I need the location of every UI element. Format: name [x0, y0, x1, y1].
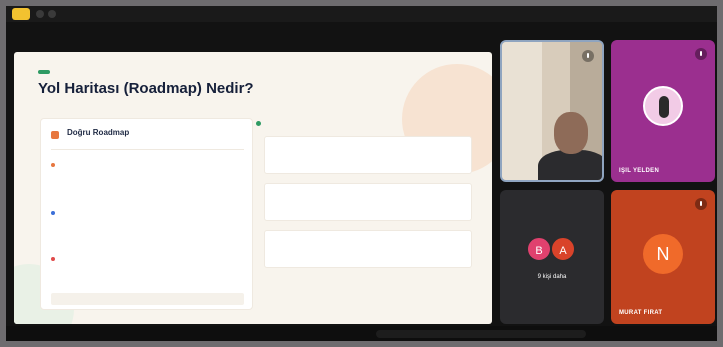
shared-screen: Yol Haritası (Roadmap) Nedir? Doğru Road… [14, 52, 492, 324]
muted-mic-icon [695, 48, 707, 60]
avatar: B [526, 236, 552, 262]
window-control-icon[interactable] [36, 10, 44, 18]
participant-tile-isil[interactable]: IŞIL YELDEN [611, 40, 715, 182]
avatar: A [550, 236, 576, 262]
participant-tile-murat[interactable]: N MURAT FIRAT [611, 190, 715, 324]
roadmap-icon [51, 131, 59, 139]
more-options-icon[interactable] [582, 50, 594, 62]
participant-video-tile[interactable] [500, 40, 604, 182]
roadmap-card: Doğru Roadmap [40, 118, 253, 310]
background-curtain [502, 42, 542, 180]
time-card [264, 136, 472, 174]
avatar: N [643, 234, 683, 274]
card-title: Doğru Roadmap [67, 128, 130, 137]
app-logo-icon[interactable] [12, 8, 30, 20]
status-dot-icon [256, 121, 261, 126]
list-item [51, 255, 244, 285]
card-footer [51, 293, 244, 305]
divider [51, 149, 244, 150]
meeting-window: Yol Haritası (Roadmap) Nedir? Doğru Road… [6, 6, 717, 341]
control-bar[interactable] [376, 330, 586, 338]
list-item [51, 209, 244, 239]
participant-body [538, 150, 602, 180]
avatar-figure-icon [659, 96, 669, 118]
muted-mic-icon [695, 198, 707, 210]
participant-head [554, 112, 588, 154]
list-item [51, 161, 244, 191]
time-card [264, 183, 472, 221]
avatar [643, 86, 683, 126]
time-card [264, 230, 472, 268]
window-control-icon[interactable] [48, 10, 56, 18]
bullet-icon [51, 163, 55, 167]
participant-name: MURAT FIRAT [619, 310, 663, 316]
slide-title: Yol Haritası (Roadmap) Nedir? [38, 80, 254, 97]
bottom-toolbar [6, 326, 717, 341]
participant-name: IŞIL YELDEN [619, 168, 660, 174]
more-participants-tile[interactable]: B A 9 kişi daha [500, 190, 604, 324]
slide-badge [38, 70, 50, 74]
bullet-icon [51, 211, 55, 215]
bullet-icon [51, 257, 55, 261]
more-participants-label: 9 kişi daha [537, 274, 567, 280]
top-bar [6, 6, 717, 22]
